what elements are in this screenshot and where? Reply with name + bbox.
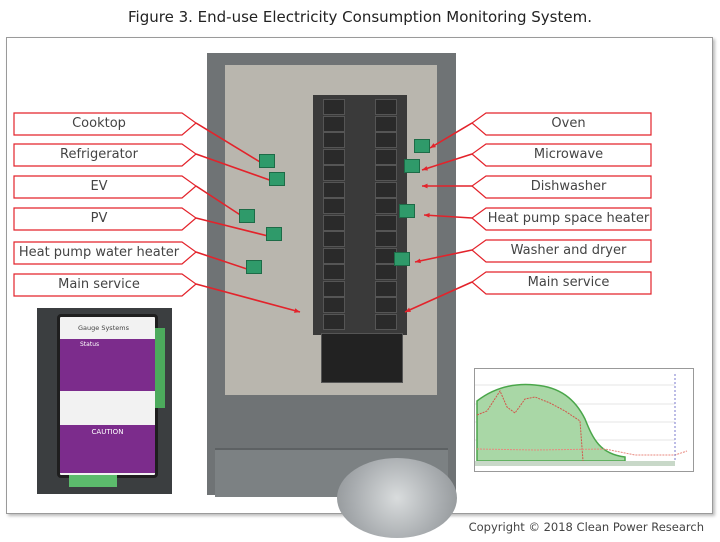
label-left-2: EV	[90, 179, 108, 194]
label-right-5: Main service	[527, 275, 610, 290]
label-left-1: Refrigerator	[60, 147, 138, 162]
leader-line	[421, 153, 473, 171]
current-transformer	[259, 154, 275, 168]
current-transformer	[394, 252, 410, 266]
current-transformer	[404, 159, 420, 173]
current-transformer	[269, 172, 285, 186]
current-transformer	[239, 209, 255, 223]
arrowhead	[422, 166, 428, 171]
label-right-4: Washer and dryer	[510, 243, 627, 258]
label-right-2: Dishwasher	[530, 179, 607, 194]
label-right-0: Oven	[551, 116, 586, 131]
label-left-3: PV	[90, 211, 108, 226]
callout-overlay	[13, 112, 652, 313]
label-left-4: Heat pump water heater	[18, 245, 180, 260]
copyright: Copyright © 2018 Clean Power Research	[468, 520, 704, 534]
label-left-5: Main service	[58, 277, 140, 292]
leader-line	[195, 217, 277, 239]
arrowhead	[422, 183, 428, 189]
leader-line	[195, 122, 266, 166]
leader-line	[404, 281, 473, 313]
current-transformer	[399, 204, 415, 218]
arrowhead	[424, 213, 430, 218]
label-right-3: Heat pump space heater	[487, 211, 650, 226]
leader-line	[414, 249, 473, 263]
current-transformer	[266, 227, 282, 241]
current-transformer	[246, 260, 262, 274]
leader-line	[429, 122, 473, 149]
leader-line	[195, 283, 301, 313]
leader-line	[423, 214, 473, 219]
label-right-1: Microwave	[533, 147, 604, 162]
label-left-0: Cooktop	[72, 116, 126, 131]
current-transformer	[414, 139, 430, 153]
